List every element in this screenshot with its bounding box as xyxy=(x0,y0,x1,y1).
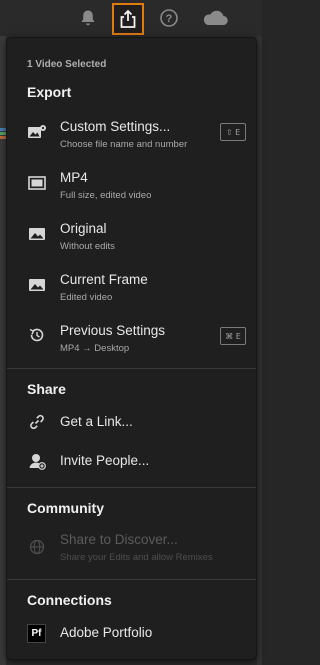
video-frame-icon xyxy=(27,174,47,192)
cloud-icon[interactable] xyxy=(200,6,230,30)
help-icon[interactable]: ? xyxy=(156,6,182,30)
mp4-label: MP4 xyxy=(60,170,88,185)
background-panel-right xyxy=(257,36,262,665)
current-frame-description: Edited video xyxy=(60,292,113,303)
adobe-portfolio-label: Adobe Portfolio xyxy=(60,625,153,640)
custom-settings-item[interactable]: Custom Settings... Choose file name and … xyxy=(7,119,256,163)
bell-icon[interactable] xyxy=(75,6,101,30)
custom-settings-label: Custom Settings... xyxy=(60,119,171,134)
export-section-title: Export xyxy=(27,84,72,100)
image-icon xyxy=(27,225,47,243)
top-toolbar: ? xyxy=(0,0,262,36)
image-settings-icon xyxy=(27,123,47,141)
previous-settings-description: MP4 → Desktop xyxy=(60,343,130,354)
original-description: Without edits xyxy=(60,241,115,252)
link-icon xyxy=(27,413,47,431)
get-link-item[interactable]: Get a Link... xyxy=(7,412,256,436)
share-to-discover-description: Share your Edits and allow Remixes xyxy=(60,552,213,563)
share-section-title: Share xyxy=(27,381,66,397)
previous-settings-item[interactable]: Previous Settings MP4 → Desktop ⌘ E xyxy=(7,323,256,367)
section-divider xyxy=(7,368,256,369)
current-frame-label: Current Frame xyxy=(60,272,148,287)
history-icon xyxy=(27,326,47,344)
original-item[interactable]: Original Without edits xyxy=(7,221,256,265)
invite-people-item[interactable]: Invite People... xyxy=(7,451,256,475)
previous-settings-label: Previous Settings xyxy=(60,323,166,338)
adobe-portfolio-item[interactable]: Pf Adobe Portfolio xyxy=(7,623,256,647)
mp4-item[interactable]: MP4 Full size, edited video xyxy=(7,170,256,214)
app-window: ? 1 Video Selected Export Custom Setting… xyxy=(0,0,262,665)
globe-icon xyxy=(27,538,47,556)
mp4-description: Full size, edited video xyxy=(60,190,152,201)
invite-person-icon xyxy=(27,452,47,470)
invite-people-label: Invite People... xyxy=(60,453,150,468)
keyboard-shortcut: ⇧ E xyxy=(220,123,246,141)
current-frame-item[interactable]: Current Frame Edited video xyxy=(7,272,256,316)
community-section-title: Community xyxy=(27,500,104,516)
section-divider xyxy=(7,487,256,488)
custom-settings-description: Choose file name and number xyxy=(60,139,188,150)
svg-text:?: ? xyxy=(166,13,173,25)
adobe-portfolio-icon: Pf xyxy=(27,624,46,643)
selection-caption: 1 Video Selected xyxy=(27,59,107,70)
export-share-menu: 1 Video Selected Export Custom Settings.… xyxy=(6,37,257,660)
keyboard-shortcut: ⌘ E xyxy=(220,327,246,345)
share-to-discover-item: Share to Discover... Share your Edits an… xyxy=(7,532,256,576)
get-link-label: Get a Link... xyxy=(60,414,133,429)
original-label: Original xyxy=(60,221,107,236)
share-icon[interactable] xyxy=(112,3,144,35)
section-divider xyxy=(7,579,256,580)
connections-section-title: Connections xyxy=(27,592,112,608)
image-icon xyxy=(27,276,47,294)
share-to-discover-label: Share to Discover... xyxy=(60,532,178,547)
